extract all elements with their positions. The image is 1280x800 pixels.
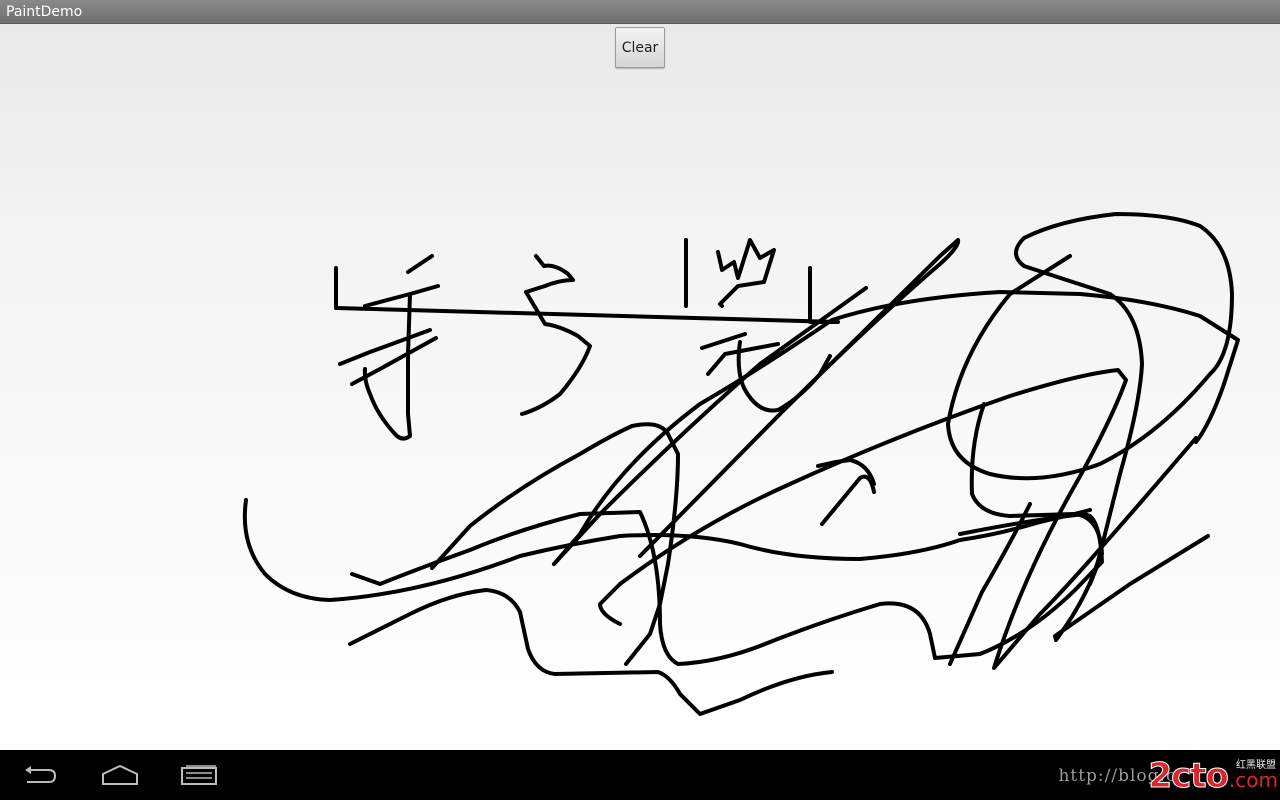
recent-apps-icon[interactable] [180,762,220,788]
watermark: http://blog.c 2cto .com 红黑联盟 [1058,758,1278,794]
watermark-logo: 2cto [1148,756,1229,796]
system-nav-bar: http://blog.c 2cto .com 红黑联盟 [0,750,1280,800]
clear-button[interactable]: Clear [615,27,665,68]
title-bar: PaintDemo [0,0,1280,24]
paint-canvas[interactable]: Clear [0,24,1280,750]
back-icon[interactable] [19,762,59,788]
freehand-drawing [242,212,1240,716]
home-icon[interactable] [100,762,140,788]
watermark-domain: .com [1228,768,1278,792]
app-title: PaintDemo [6,4,83,20]
watermark-cn-text: 红黑联盟 [1236,760,1276,771]
